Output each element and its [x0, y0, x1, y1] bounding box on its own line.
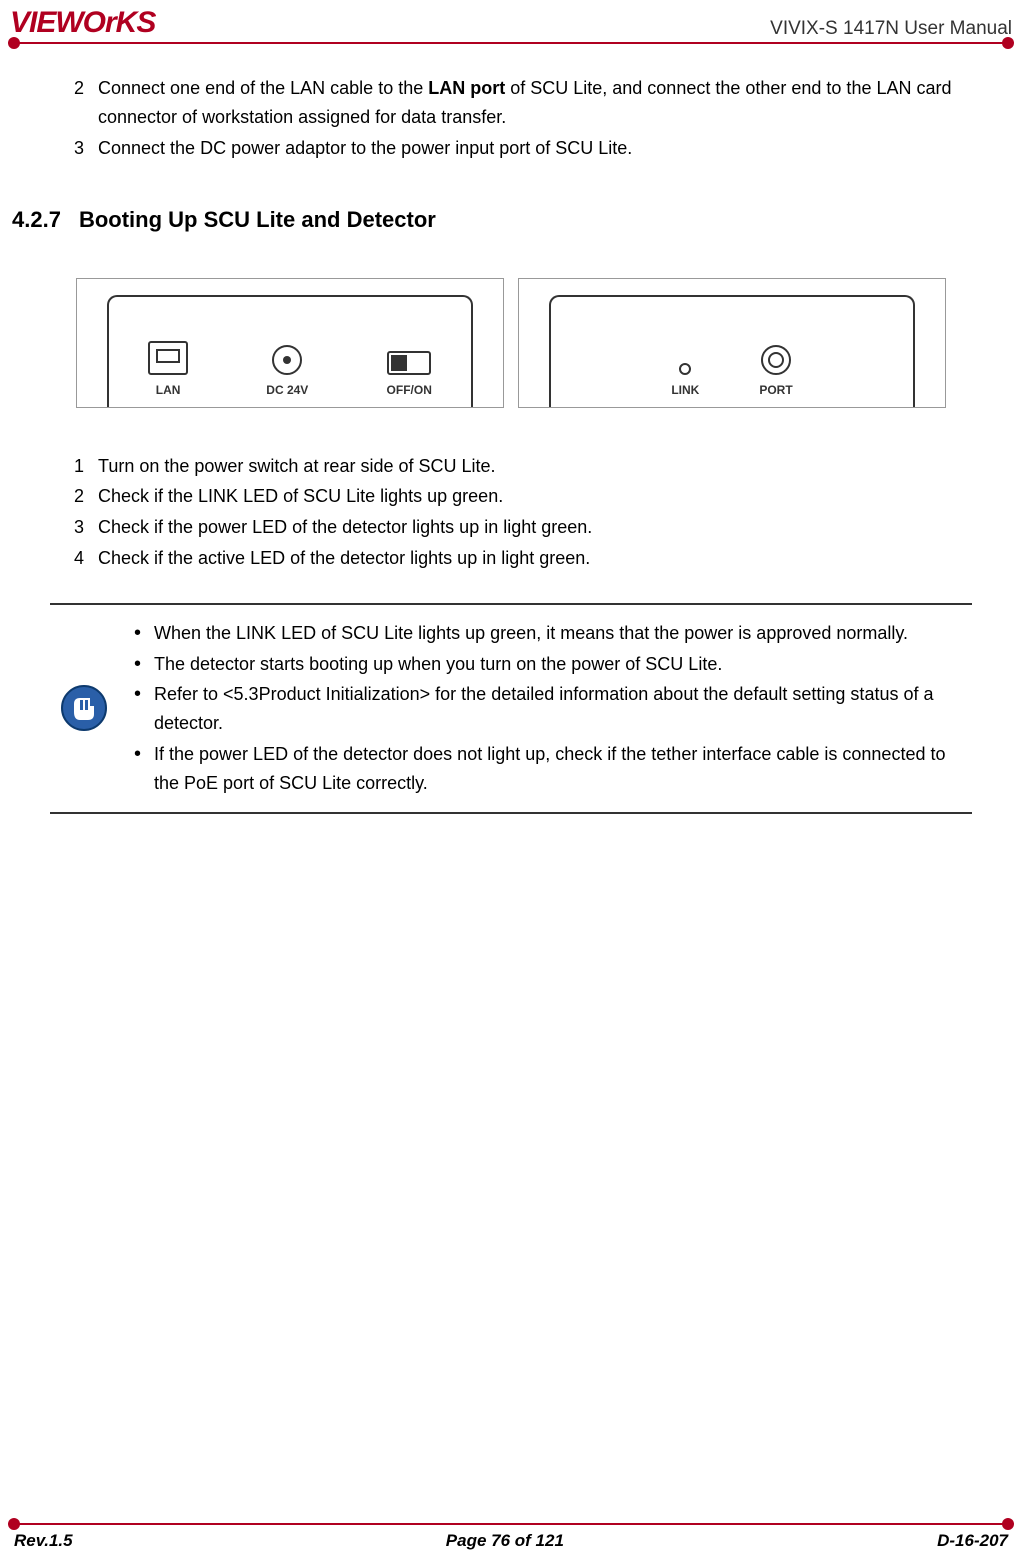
rule-dot-left — [8, 37, 20, 49]
section-title: Booting Up SCU Lite and Detector — [79, 202, 436, 237]
page-header: VIEWOrKS VIVIX-S 1417N User Manual — [0, 0, 1022, 42]
note-bullet-list: When the LINK LED of SCU Lite lights up … — [134, 619, 968, 798]
port-connector-icon — [761, 345, 791, 375]
lan-port-group: LAN — [148, 341, 188, 400]
lan-port-icon — [148, 341, 188, 375]
item-number: 2 — [74, 482, 88, 511]
item-number: 3 — [74, 134, 88, 163]
page-content: 2 Connect one end of the LAN cable to th… — [0, 44, 1022, 814]
dc-jack-icon — [272, 345, 302, 375]
dc-port-group: DC 24V — [266, 345, 308, 400]
scu-rear-diagram: LAN DC 24V OFF/ON — [76, 278, 504, 408]
device-outline: LINK PORT — [549, 295, 915, 407]
item-text: Check if the active LED of the detector … — [98, 544, 972, 573]
list-item: 1 Turn on the power switch at rear side … — [50, 452, 972, 481]
list-item: 2 Check if the LINK LED of SCU Lite ligh… — [50, 482, 972, 511]
lan-label: LAN — [156, 381, 181, 400]
info-hand-icon — [60, 684, 108, 732]
revision-label: Rev.1.5 — [14, 1531, 73, 1551]
bold-text: LAN port — [428, 78, 505, 98]
item-number: 2 — [74, 74, 88, 132]
device-outline: LAN DC 24V OFF/ON — [107, 295, 473, 407]
list-item: 3 Check if the power LED of the detector… — [50, 513, 972, 542]
link-led-group: LINK — [671, 363, 699, 400]
page-number: Page 76 of 121 — [446, 1531, 564, 1551]
item-text: Check if the LINK LED of SCU Lite lights… — [98, 482, 972, 511]
list-item: 2 Connect one end of the LAN cable to th… — [50, 74, 972, 132]
list-item: 4 Check if the active LED of the detecto… — [50, 544, 972, 573]
brand-logo: VIEWOrKS — [10, 6, 155, 40]
item-text: Turn on the power switch at rear side of… — [98, 452, 972, 481]
boot-steps-list: 1 Turn on the power switch at rear side … — [50, 452, 972, 573]
note-bullet: When the LINK LED of SCU Lite lights up … — [134, 619, 968, 648]
link-led-icon — [679, 363, 691, 375]
footer-rule — [10, 1523, 1012, 1525]
list-item: 3 Connect the DC power adaptor to the po… — [50, 134, 972, 163]
item-text: Connect the DC power adaptor to the powe… — [98, 134, 972, 163]
link-label: LINK — [671, 381, 699, 400]
section-heading: 4.2.7 Booting Up SCU Lite and Detector — [12, 202, 972, 237]
item-text: Check if the power LED of the detector l… — [98, 513, 972, 542]
port-conn-group: PORT — [759, 345, 792, 400]
rule-dot-right — [1002, 1518, 1014, 1530]
port-label: PORT — [759, 381, 792, 400]
note-bullet: The detector starts booting up when you … — [134, 650, 968, 679]
item-text: Connect one end of the LAN cable to the … — [98, 74, 972, 132]
note-bullet: If the power LED of the detector does no… — [134, 740, 968, 798]
section-number: 4.2.7 — [12, 202, 61, 237]
text-part: Connect one end of the LAN cable to the — [98, 78, 428, 98]
footer-row: Rev.1.5 Page 76 of 121 D-16-207 — [10, 1531, 1012, 1551]
note-bullet: Refer to <5.3Product Initialization> for… — [134, 680, 968, 738]
power-switch-icon — [387, 351, 431, 375]
item-number: 3 — [74, 513, 88, 542]
scu-front-diagram: LINK PORT — [518, 278, 946, 408]
note-text-cell: When the LINK LED of SCU Lite lights up … — [134, 617, 968, 800]
intro-steps-list: 2 Connect one end of the LAN cable to th… — [50, 74, 972, 162]
diagram-row: LAN DC 24V OFF/ON LINK — [76, 278, 946, 408]
rule-dot-right — [1002, 37, 1014, 49]
item-number: 4 — [74, 544, 88, 573]
note-box: When the LINK LED of SCU Lite lights up … — [50, 603, 972, 814]
item-number: 1 — [74, 452, 88, 481]
document-title: VIVIX-S 1417N User Manual — [770, 18, 1012, 40]
header-rule — [10, 42, 1012, 44]
rule-dot-left — [8, 1518, 20, 1530]
switch-label: OFF/ON — [387, 381, 432, 400]
page-footer: Rev.1.5 Page 76 of 121 D-16-207 — [10, 1523, 1012, 1551]
note-icon-cell — [54, 684, 114, 732]
dc-label: DC 24V — [266, 381, 308, 400]
switch-group: OFF/ON — [387, 351, 432, 400]
doc-id: D-16-207 — [937, 1531, 1008, 1551]
